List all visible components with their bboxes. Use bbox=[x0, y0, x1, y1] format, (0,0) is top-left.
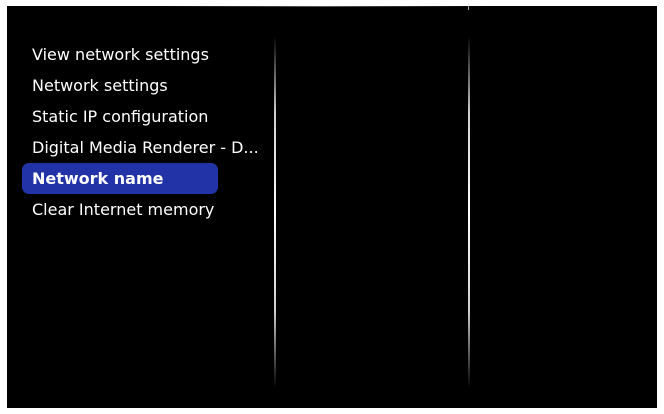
menu-item-network-name[interactable]: Network name bbox=[22, 163, 218, 194]
menu-item-static-ip-configuration[interactable]: Static IP configuration bbox=[22, 101, 272, 132]
column-divider-left bbox=[274, 36, 276, 388]
tv-menu-screen: View network settings Network settings S… bbox=[7, 6, 657, 408]
top-fade-line bbox=[157, 6, 487, 7]
column-divider-right bbox=[468, 36, 470, 388]
menu-item-view-network-settings[interactable]: View network settings bbox=[22, 39, 272, 70]
menu-item-network-settings[interactable]: Network settings bbox=[22, 70, 272, 101]
network-menu-list: View network settings Network settings S… bbox=[22, 39, 272, 225]
top-tick-mark bbox=[468, 6, 469, 10]
menu-item-digital-media-renderer[interactable]: Digital Media Renderer - D... bbox=[22, 132, 272, 163]
menu-item-clear-internet-memory[interactable]: Clear Internet memory bbox=[22, 194, 272, 225]
